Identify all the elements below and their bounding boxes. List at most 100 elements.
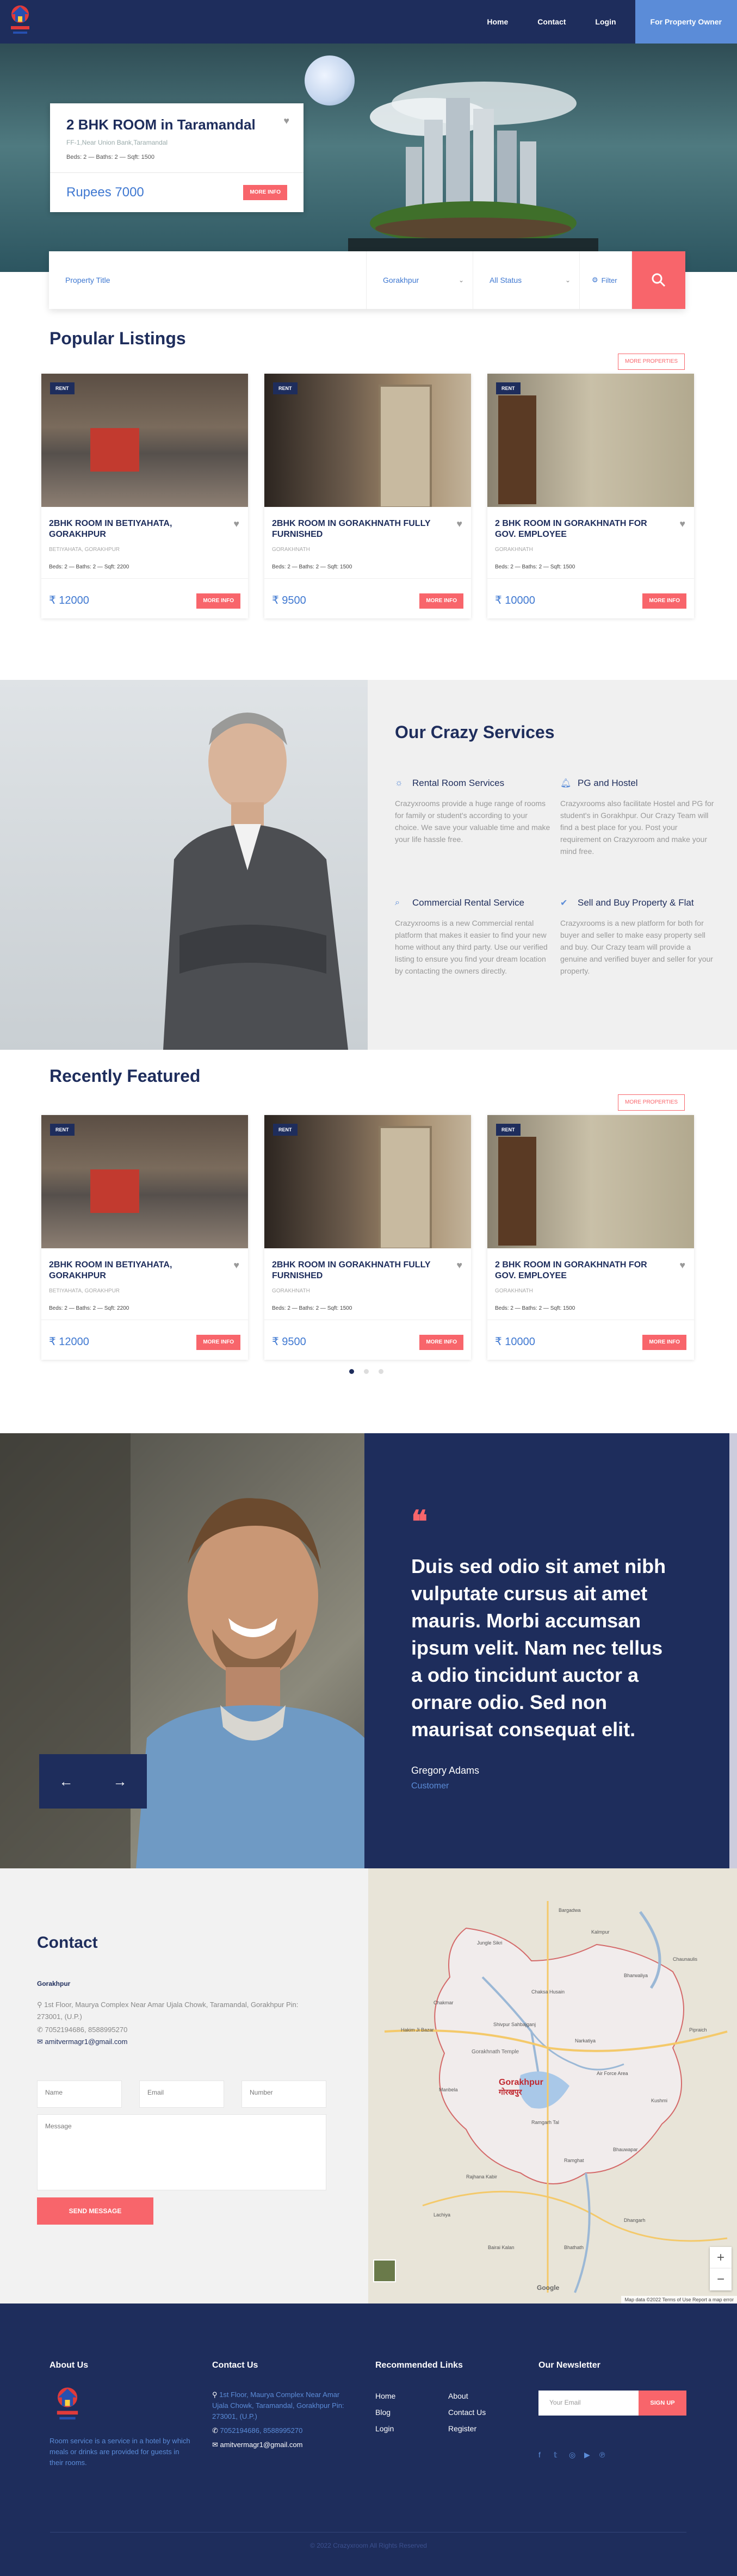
twitter-icon[interactable]: 𝕥 <box>554 2450 558 2460</box>
property-title[interactable]: 2 BHK ROOM IN GORAKHNATH FOR GOV. EMPLOY… <box>495 1260 669 1281</box>
more-info-button[interactable]: MORE INFO <box>419 1335 463 1350</box>
crazyxroom-logo[interactable] <box>8 3 33 37</box>
map-canvas[interactable]: Gorakhpur गोरखपुर Gorakhnath Temple Goog… <box>368 1868 737 2303</box>
carousel-dot[interactable] <box>379 1369 383 1374</box>
more-info-button[interactable]: MORE INFO <box>642 1335 686 1350</box>
nav-contact-link[interactable]: Contact <box>523 17 580 26</box>
service-item: 🔔︎ PG and Hostel Crazyxrooms also facilita… <box>560 778 716 857</box>
testimonial-role: Customer <box>411 1781 449 1791</box>
property-photo[interactable]: RENT <box>41 374 248 507</box>
property-photo[interactable]: RENT <box>487 374 694 507</box>
footer-home-link[interactable]: Home <box>375 2392 395 2400</box>
businessman-photo <box>0 680 368 1050</box>
pinterest-icon[interactable]: ℗ <box>599 2450 605 2459</box>
heart-icon[interactable]: ♥ <box>456 1260 462 1271</box>
zoom-in-button[interactable]: + <box>710 2247 732 2269</box>
more-info-button[interactable]: MORE INFO <box>642 593 686 609</box>
footer-register-link[interactable]: Register <box>448 2424 476 2433</box>
lightbulb-icon: ☼ <box>395 778 403 788</box>
google-map[interactable]: Gorakhpur गोरखपुर Gorakhnath Temple Goog… <box>368 1868 737 2303</box>
footer-logo[interactable] <box>52 2385 83 2423</box>
envelope-icon: ✉ <box>37 2038 45 2046</box>
carousel-dot-active[interactable] <box>349 1369 354 1374</box>
property-card[interactable]: RENT 2 BHK ROOM IN GORAKHNATH FOR GOV. EM… <box>487 374 694 618</box>
name-input[interactable]: Name <box>37 2080 122 2108</box>
property-photo[interactable]: RENT <box>41 1115 248 1248</box>
service-description: Crazyxrooms provide a huge range of room… <box>395 799 550 844</box>
property-title[interactable]: 2 BHK ROOM IN GORAKHNATH FOR GOV. EMPLOY… <box>495 518 669 540</box>
property-address: BETIYAHATA, GORAKHPUR <box>49 547 120 553</box>
property-title[interactable]: 2BHK ROOM IN GORAKHNATH FULLY FURNISHED <box>272 518 446 540</box>
heart-icon[interactable]: ♥ <box>233 1260 239 1271</box>
more-info-button[interactable]: MORE INFO <box>196 1335 240 1350</box>
property-title[interactable]: 2BHK ROOM IN BETIYAHATA, GORAKHPUR <box>49 1260 223 1281</box>
facebook-icon[interactable]: f <box>538 2450 541 2459</box>
rent-badge: RENT <box>273 1124 298 1136</box>
footer-login-link[interactable]: Login <box>375 2424 394 2433</box>
email-input[interactable]: Email <box>139 2080 224 2108</box>
sign-up-button[interactable]: SIGN UP <box>639 2391 686 2416</box>
more-info-button[interactable]: MORE INFO <box>196 593 240 609</box>
more-properties-button[interactable]: MORE PROPERTIES <box>618 1094 685 1111</box>
heart-icon[interactable]: ♥ <box>283 115 289 127</box>
search-button[interactable] <box>632 251 685 309</box>
heart-icon[interactable]: ♥ <box>456 518 462 530</box>
property-photo[interactable]: RENT <box>264 1115 471 1248</box>
map-place: Kushmi <box>651 2098 667 2103</box>
more-properties-button[interactable]: MORE PROPERTIES <box>618 354 685 370</box>
carousel-dot[interactable] <box>364 1369 369 1374</box>
services-heading: Our Crazy Services <box>395 722 555 742</box>
property-card[interactable]: RENT 2 BHK ROOM IN GORAKHNATH FOR GOV. EM… <box>487 1115 694 1360</box>
property-card[interactable]: RENT 2BHK ROOM IN BETIYAHATA, GORAKHPUR ♥ B… <box>41 1115 248 1360</box>
property-title[interactable]: 2BHK ROOM IN GORAKHNATH FULLY FURNISHED <box>272 1260 446 1281</box>
more-info-button[interactable]: MORE INFO <box>243 185 287 200</box>
property-address: GORAKHNATH <box>272 547 310 553</box>
city-select[interactable]: Gorakhpur ⌄ <box>367 251 473 309</box>
contact-city: Gorakhpur <box>37 1980 71 1987</box>
arrow-right-icon[interactable]: → <box>113 1773 127 1790</box>
map-place: Pipraich <box>689 2027 707 2033</box>
property-card[interactable]: RENT 2BHK ROOM IN BETIYAHATA, GORAKHPUR ♥ B… <box>41 374 248 618</box>
instagram-icon[interactable]: ◎ <box>569 2450 575 2460</box>
property-photo[interactable]: RENT <box>487 1115 694 1248</box>
hero-property-title[interactable]: 2 BHK ROOM in Taramandal <box>66 116 287 133</box>
property-card[interactable]: RENT 2BHK ROOM IN GORAKHNATH FULLY FURNIS… <box>264 1115 471 1360</box>
send-message-button[interactable]: SEND MESSAGE <box>37 2197 153 2225</box>
featured-property-card[interactable]: 2 BHK ROOM in Taramandal FF-1,Near Union… <box>50 103 304 212</box>
contact-phone-text: 7052194686, 8588995270 <box>45 2026 128 2034</box>
property-title[interactable]: 2BHK ROOM IN BETIYAHATA, GORAKHPUR <box>49 518 223 540</box>
more-info-button[interactable]: MORE INFO <box>419 593 463 609</box>
filter-button[interactable]: ⚙ Filter <box>580 251 632 309</box>
rent-badge: RENT <box>50 1124 75 1136</box>
property-title-input[interactable]: Property Title <box>49 251 367 309</box>
nav-home-link[interactable]: Home <box>472 17 523 26</box>
map-place: Bhathath <box>564 2245 584 2250</box>
for-property-owner-button[interactable]: For Property Owner <box>635 0 737 44</box>
property-card[interactable]: RENT 2BHK ROOM IN GORAKHNATH FULLY FURNIS… <box>264 374 471 618</box>
footer-address-text: 1st Floor, Maurya Complex Near Amar Ujal… <box>212 2391 344 2420</box>
number-input[interactable]: Number <box>241 2080 326 2108</box>
youtube-icon[interactable]: ▶ <box>584 2450 590 2460</box>
property-photo[interactable]: RENT <box>264 374 471 507</box>
property-meta: Beds: 2 — Baths: 2 — Sqft: 1500 <box>272 1305 352 1311</box>
footer-contact-link[interactable]: Contact Us <box>448 2408 486 2417</box>
contact-heading: Contact <box>37 1934 98 1952</box>
recently-featured-heading: Recently Featured <box>49 1066 201 1086</box>
newsletter-email-input[interactable]: Your Email <box>538 2391 639 2416</box>
map-place: Bargadwa <box>559 1908 581 1913</box>
footer-phone-text: 7052194686, 8588995270 <box>220 2426 303 2435</box>
footer-phone: ✆ 7052194686, 8588995270 <box>212 2425 302 2436</box>
message-textarea[interactable]: Message <box>37 2114 326 2190</box>
footer-blog-link[interactable]: Blog <box>375 2408 391 2417</box>
nav-login-link[interactable]: Login <box>580 17 630 26</box>
heart-icon[interactable]: ♥ <box>679 518 685 530</box>
testimonial-nav: ← → <box>39 1754 147 1809</box>
hero-property-meta: Beds: 2 — Baths: 2 — Sqft: 1500 <box>66 154 155 160</box>
property-meta: Beds: 2 — Baths: 2 — Sqft: 1500 <box>495 1305 575 1311</box>
arrow-left-icon[interactable]: ← <box>59 1773 73 1790</box>
heart-icon[interactable]: ♥ <box>233 518 239 530</box>
status-select[interactable]: All Status ⌄ <box>473 251 580 309</box>
footer-about-link[interactable]: About <box>448 2392 468 2400</box>
zoom-out-button[interactable]: − <box>710 2269 732 2290</box>
heart-icon[interactable]: ♥ <box>679 1260 685 1271</box>
